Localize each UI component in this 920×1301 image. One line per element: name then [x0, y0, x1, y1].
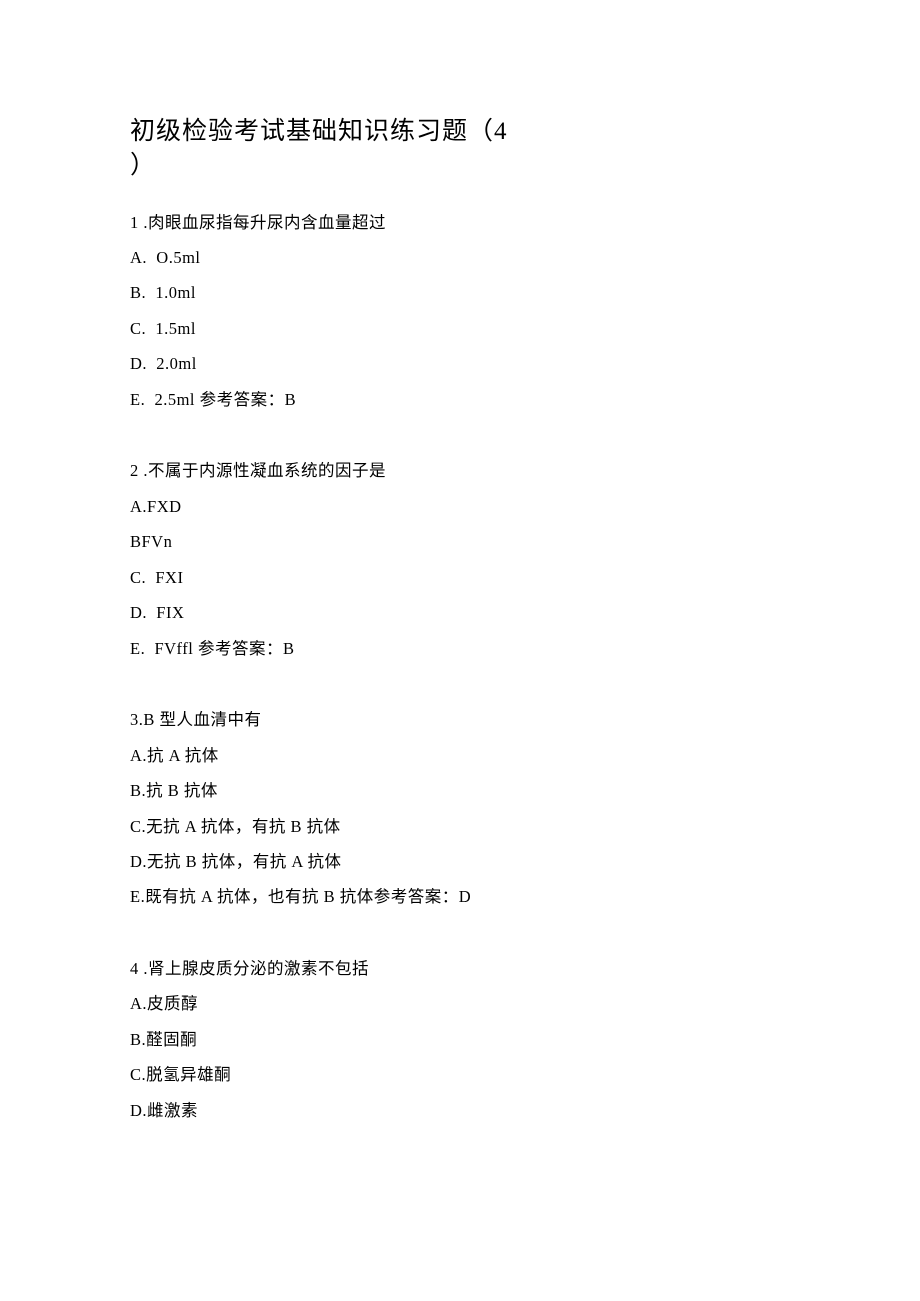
q3-option-c: C.无抗 A 抗体，有抗 B 抗体 [130, 809, 790, 844]
q3-option-d: D.无抗 B 抗体，有抗 A 抗体 [130, 844, 790, 879]
spacer [130, 666, 790, 702]
q2-option-a: A.FXD [130, 489, 790, 524]
q4-option-c: C.脱氢异雄酮 [130, 1057, 790, 1092]
q1-option-e: E. 2.5ml 参考答案：B [130, 382, 790, 417]
q3-option-e: E.既有抗 A 抗体，也有抗 B 抗体参考答案：D [130, 879, 790, 914]
q1-option-c: C. 1.5ml [130, 311, 790, 346]
q2-stem: 2 .不属于内源性凝血系统的因子是 [130, 453, 790, 488]
q2-option-e: E. FVffl 参考答案：B [130, 631, 790, 666]
q4-stem: 4 .肾上腺皮质分泌的激素不包括 [130, 951, 790, 986]
title-line-2: ） [130, 152, 156, 179]
q3-option-a: A.抗 A 抗体 [130, 738, 790, 773]
title-line-1: 初级检验考试基础知识练习题（4 [130, 118, 508, 145]
document-page: 初级检验考试基础知识练习题（4 ） 1 .肉眼血尿指每升尿内含血量超过 A. O… [0, 0, 920, 1248]
q4-option-d: D.雌激素 [130, 1093, 790, 1128]
spacer [130, 417, 790, 453]
page-title: 初级检验考试基础知识练习题（4 ） [130, 115, 790, 183]
spacer [130, 915, 790, 951]
q1-option-a: A. O.5ml [130, 240, 790, 275]
q2-option-b: BFVn [130, 524, 790, 559]
q2-option-d: D. FIX [130, 595, 790, 630]
q3-stem: 3.B 型人血清中有 [130, 702, 790, 737]
q2-option-c: C. FXI [130, 560, 790, 595]
q1-option-d: D. 2.0ml [130, 346, 790, 381]
q1-stem: 1 .肉眼血尿指每升尿内含血量超过 [130, 205, 790, 240]
q1-option-b: B. 1.0ml [130, 275, 790, 310]
q4-option-b: B.醛固酮 [130, 1022, 790, 1057]
q3-option-b: B.抗 B 抗体 [130, 773, 790, 808]
q4-option-a: A.皮质醇 [130, 986, 790, 1021]
